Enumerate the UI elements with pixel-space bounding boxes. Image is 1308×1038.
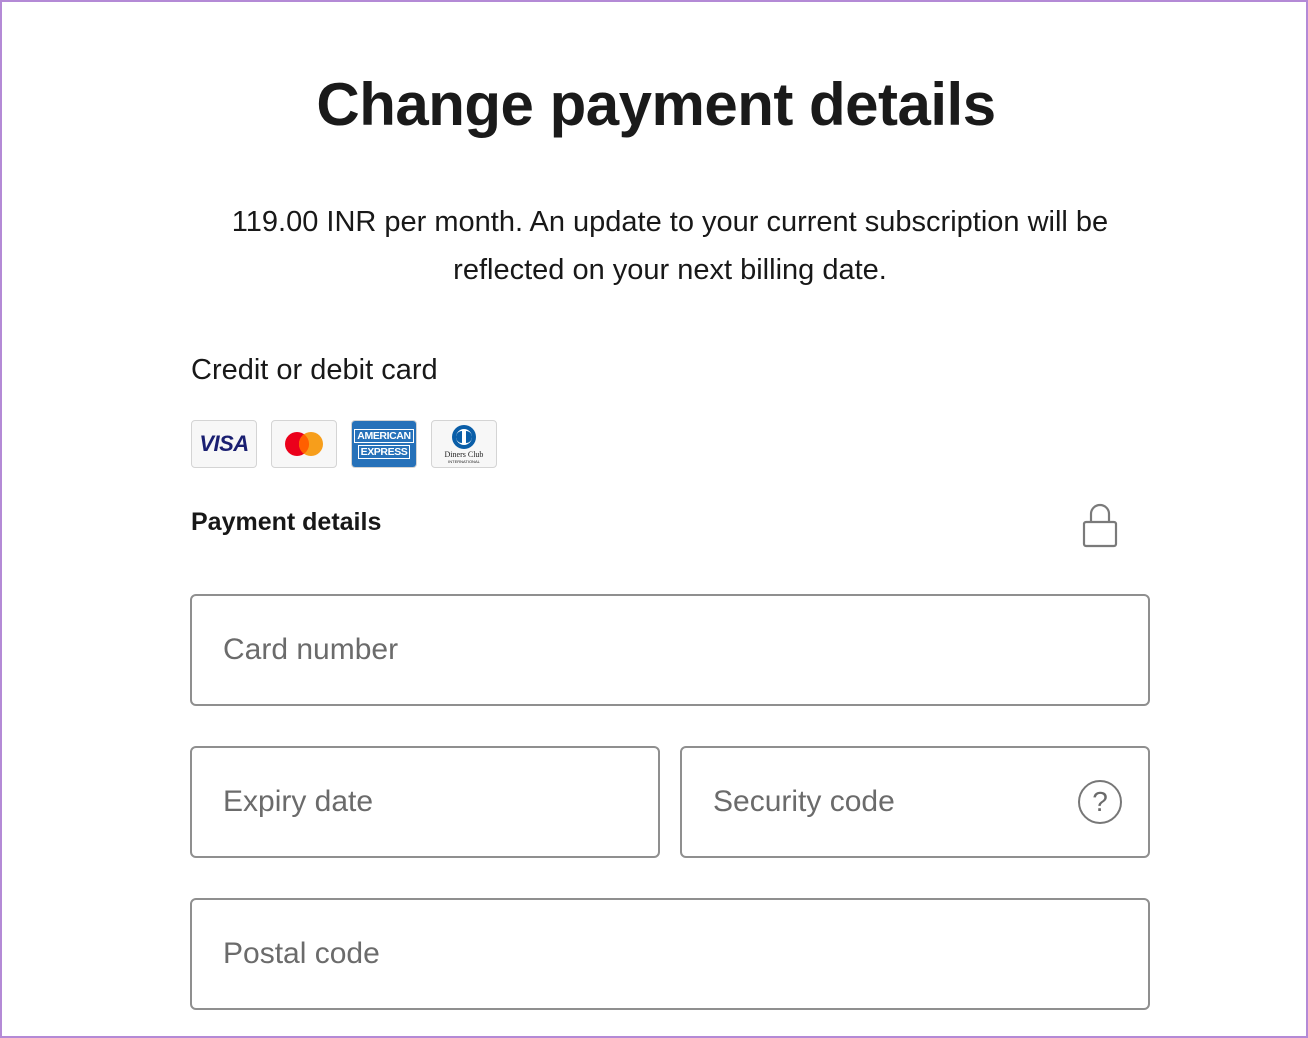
diners-line1: Diners Club bbox=[444, 450, 484, 459]
amex-line2: EXPRESS bbox=[357, 445, 411, 459]
payment-method-label: Credit or debit card bbox=[191, 354, 438, 386]
expiry-date-field[interactable] bbox=[190, 746, 660, 858]
mastercard-icon bbox=[285, 432, 323, 456]
mastercard-logo bbox=[271, 420, 337, 468]
payment-details-heading: Payment details bbox=[191, 508, 382, 536]
expiry-date-input[interactable] bbox=[223, 785, 658, 819]
page-title: Change payment details bbox=[316, 71, 996, 138]
american-express-logo: AMERICAN EXPRESS bbox=[351, 420, 417, 468]
postal-code-input[interactable] bbox=[223, 937, 1148, 971]
diners-line2: INTERNATIONAL bbox=[448, 459, 480, 464]
security-code-input[interactable] bbox=[713, 785, 1068, 819]
card-number-field[interactable] bbox=[190, 594, 1150, 706]
visa-logo-text: VISA bbox=[199, 431, 249, 456]
question-mark-icon[interactable]: ? bbox=[1078, 780, 1122, 824]
postal-code-field[interactable] bbox=[190, 898, 1150, 1010]
card-number-input[interactable] bbox=[223, 633, 1148, 667]
amex-line1: AMERICAN bbox=[354, 429, 414, 443]
security-code-field[interactable]: ? bbox=[680, 746, 1150, 858]
subscription-info: 119.00 INR per month. An update to your … bbox=[231, 206, 1109, 286]
diners-club-logo: Diners Club INTERNATIONAL bbox=[431, 420, 497, 468]
accepted-cards: VISA AMERICAN EXPRESS Diners Club INTERN… bbox=[191, 420, 497, 468]
lock-icon bbox=[1082, 503, 1118, 548]
visa-logo: VISA bbox=[191, 420, 257, 468]
diners-club-icon bbox=[451, 425, 476, 449]
page-frame: Change payment details 119.00 INR per mo… bbox=[0, 0, 1308, 1038]
